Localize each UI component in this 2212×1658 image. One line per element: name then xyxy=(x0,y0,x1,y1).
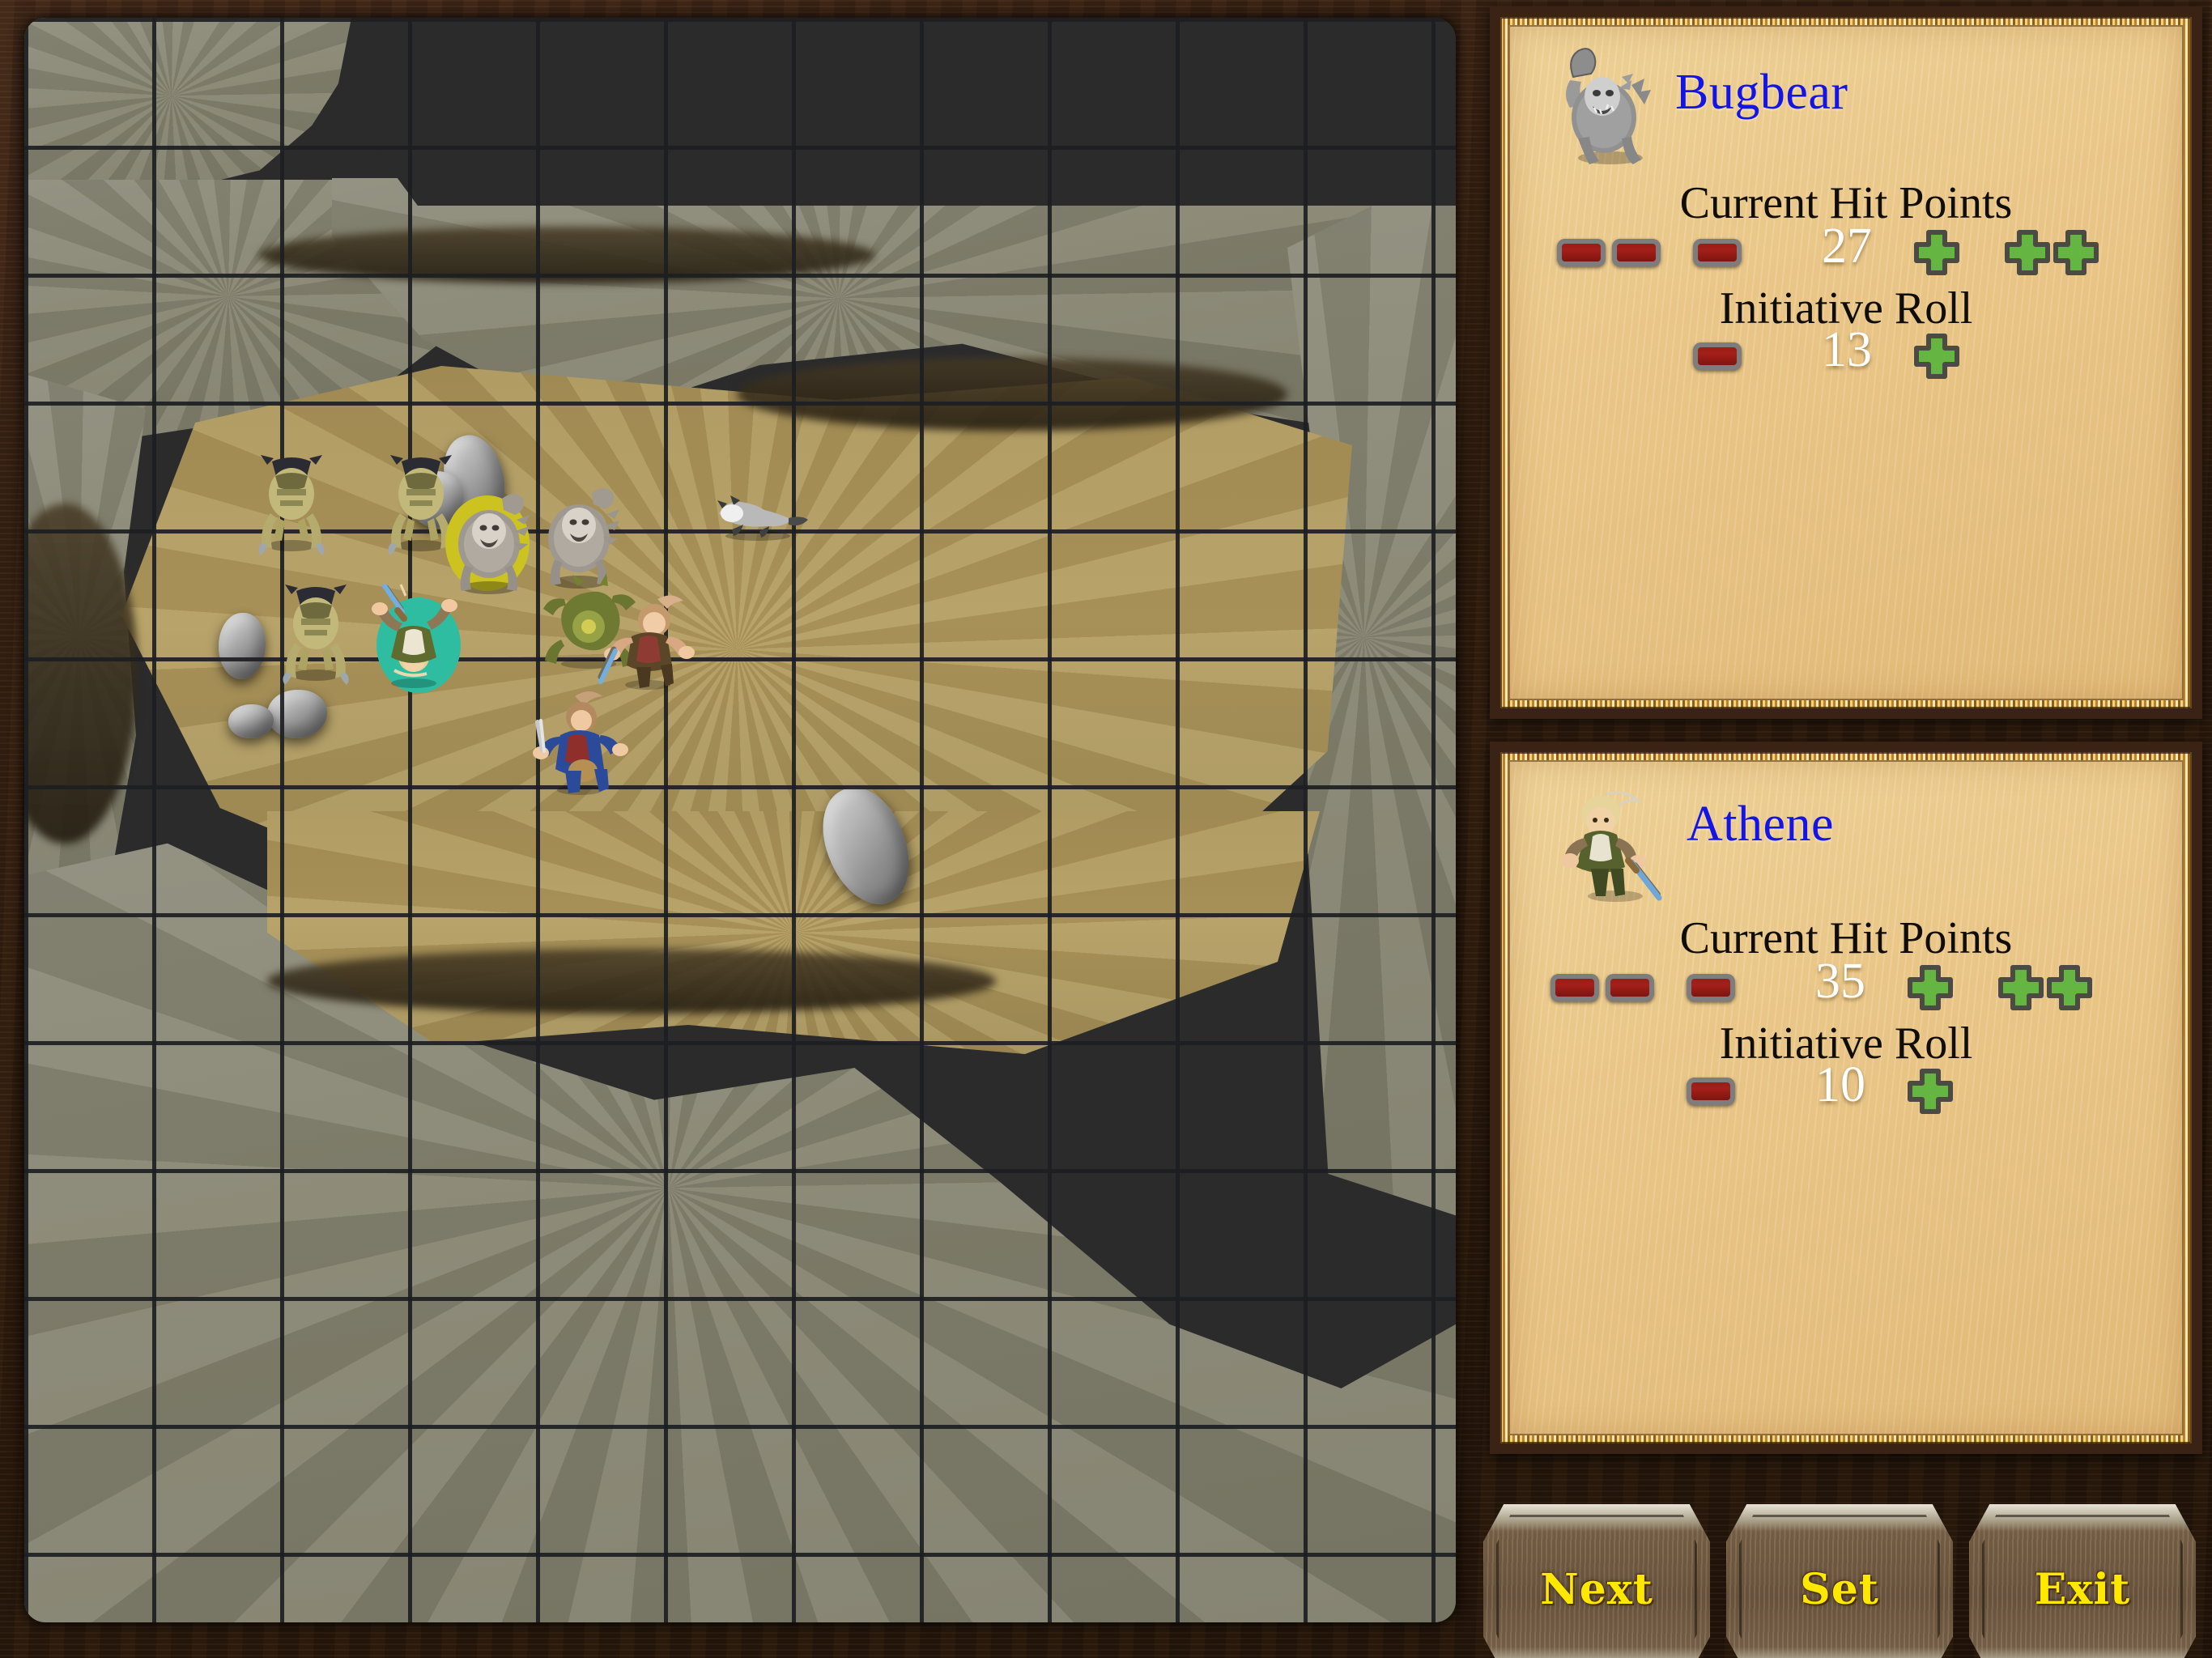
athene-card[interactable]: Athene Current Hit Points 35 Initiative … xyxy=(1490,742,2202,1454)
rogue-token[interactable] xyxy=(533,675,630,795)
hp-minus-10-button[interactable] xyxy=(1557,239,1606,266)
hp-minus-5-button[interactable] xyxy=(1606,974,1654,1001)
rogue-figure-icon xyxy=(533,675,630,797)
exit-button-label: Exit xyxy=(2034,1564,2131,1614)
hp-minus-10-button[interactable] xyxy=(1551,974,1599,1001)
hp-plus-10-button[interactable] xyxy=(2046,964,2093,1011)
lizardfolk-figure-icon xyxy=(243,447,340,555)
initiative-roll-controls[interactable]: 13 xyxy=(1508,322,2184,388)
elf-figure-icon xyxy=(370,583,459,688)
application-root: Bugbear Current Hit Points 27 Initiative… xyxy=(0,0,2212,1658)
hp-minus-1-button[interactable] xyxy=(1693,239,1742,266)
current-hit-points-value: 27 xyxy=(1822,219,1872,274)
next-button[interactable]: Next xyxy=(1483,1504,1710,1658)
bugbear-card[interactable]: Bugbear Current Hit Points 27 Initiative… xyxy=(1490,6,2202,719)
next-button-label: Next xyxy=(1540,1564,1653,1614)
bugbear-portrait-icon xyxy=(1541,43,1654,164)
card-inner: Athene Current Hit Points 35 Initiative … xyxy=(1508,760,2184,1435)
hp-plus-5-button[interactable] xyxy=(2004,229,2051,276)
init-plus-1-button[interactable] xyxy=(1913,333,1960,380)
hp-plus-1-button[interactable] xyxy=(1907,964,1954,1011)
ranger-figure-icon xyxy=(598,578,698,691)
battle-map[interactable] xyxy=(24,18,1456,1622)
initiative-roll-value: 10 xyxy=(1815,1057,1865,1112)
bugbear-figure-icon xyxy=(529,475,634,589)
card-frame: Bugbear Current Hit Points 27 Initiative… xyxy=(1500,17,2192,708)
character-name: Athene xyxy=(1687,797,1835,852)
cave-wall-shadow-right xyxy=(737,358,1287,431)
exit-button[interactable]: Exit xyxy=(1969,1504,2196,1658)
card-inner: Bugbear Current Hit Points 27 Initiative… xyxy=(1508,25,2184,700)
character-name: Bugbear xyxy=(1675,65,1848,120)
set-button-label: Set xyxy=(1800,1564,1879,1614)
cave-wall-shadow-bottom xyxy=(267,949,996,1014)
hp-plus-5-button[interactable] xyxy=(1997,964,2044,1011)
card-frame: Athene Current Hit Points 35 Initiative … xyxy=(1500,752,2192,1443)
hp-plus-1-button[interactable] xyxy=(1913,229,1960,276)
init-minus-1-button[interactable] xyxy=(1687,1078,1735,1105)
bugbear-token-2[interactable] xyxy=(529,475,626,589)
lizardfolk-token-3[interactable] xyxy=(267,576,364,690)
ranger-token[interactable] xyxy=(598,578,698,691)
init-minus-1-button[interactable] xyxy=(1693,342,1742,370)
set-button[interactable]: Set xyxy=(1726,1504,1953,1658)
initiative-roll-controls[interactable]: 10 xyxy=(1508,1057,2184,1123)
lizardfolk-figure-icon xyxy=(267,576,364,685)
map-unexplored-top xyxy=(351,18,1456,206)
hp-minus-5-button[interactable] xyxy=(1612,239,1661,266)
hp-plus-10-button[interactable] xyxy=(2052,229,2099,276)
elf-ranger-portrait-icon xyxy=(1551,781,1664,903)
wolf-figure-icon xyxy=(704,486,810,542)
athene-token[interactable] xyxy=(370,583,467,696)
lizardfolk-token-1[interactable] xyxy=(243,447,340,560)
current-hit-points-controls[interactable]: 27 xyxy=(1508,219,2184,284)
wolf-token[interactable] xyxy=(704,486,808,599)
cave-wall-shadow-top xyxy=(259,227,874,283)
current-hit-points-controls[interactable]: 35 xyxy=(1508,954,2184,1019)
bugbear-token-active[interactable] xyxy=(439,481,536,594)
init-plus-1-button[interactable] xyxy=(1907,1068,1954,1115)
current-hit-points-value: 35 xyxy=(1815,954,1865,1009)
initiative-roll-value: 13 xyxy=(1822,322,1872,377)
hp-minus-1-button[interactable] xyxy=(1687,974,1735,1001)
